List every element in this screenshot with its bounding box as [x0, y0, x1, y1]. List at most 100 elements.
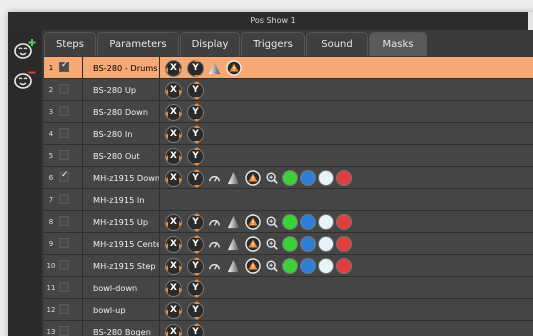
- table-row[interactable]: 6MH-z1915 DownXY: [44, 167, 533, 189]
- dimmer-icon[interactable]: [206, 170, 223, 187]
- tilt-y-icon[interactable]: Y: [187, 58, 204, 78]
- tilt-y-icon[interactable]: Y: [187, 146, 204, 166]
- table-row[interactable]: 3 BS-280 Down X Y: [44, 101, 533, 123]
- table-row[interactable]: 13 BS-280 Bogen X Y: [44, 321, 533, 336]
- tab-steps[interactable]: Steps: [44, 32, 96, 56]
- pan-x-icon[interactable]: X: [165, 235, 182, 253]
- position-name[interactable]: BS-280 In: [82, 123, 160, 145]
- table-row[interactable]: 7 MH-z1915 In: [44, 189, 533, 211]
- beam-cone-icon[interactable]: [225, 214, 242, 231]
- tilt-y-icon[interactable]: Y: [187, 300, 204, 320]
- tilt-y-icon[interactable]: Y: [187, 102, 204, 122]
- tab-masks[interactable]: Masks: [369, 32, 427, 56]
- beam-cone-icon[interactable]: [225, 170, 242, 187]
- pan-x-icon[interactable]: X: [165, 103, 182, 121]
- pan-x-icon[interactable]: X: [165, 301, 182, 319]
- position-name[interactable]: MH-z1915 In: [82, 189, 160, 211]
- color-blue-swatch[interactable]: [300, 170, 316, 186]
- pan-x-icon[interactable]: X: [165, 323, 182, 336]
- warning-icon[interactable]: [244, 214, 261, 231]
- pan-x-icon[interactable]: X: [165, 147, 182, 165]
- position-name[interactable]: MH-z1915 Up: [82, 211, 160, 233]
- tilt-y-icon[interactable]: Y: [187, 234, 204, 254]
- pan-x-icon[interactable]: X: [165, 125, 182, 143]
- color-white-swatch[interactable]: [318, 236, 334, 252]
- position-name[interactable]: MH-z1915 Step: [82, 255, 160, 277]
- dimmer-icon[interactable]: [206, 258, 223, 275]
- row-checkbox[interactable]: [59, 106, 69, 116]
- row-checkbox[interactable]: [59, 170, 69, 182]
- beam-cone-icon[interactable]: [225, 258, 242, 275]
- tilt-y-icon[interactable]: Y: [187, 278, 204, 298]
- row-checkbox[interactable]: [59, 260, 69, 270]
- table-row[interactable]: 10 MH-z1915 Step X Y: [44, 255, 533, 277]
- table-row[interactable]: 12 bowl-up X Y: [44, 299, 533, 321]
- color-white-swatch[interactable]: [318, 170, 334, 186]
- color-red-swatch[interactable]: [336, 170, 352, 186]
- row-checkbox[interactable]: [59, 150, 69, 160]
- table-row[interactable]: 9 MH-z1915 Center X Y: [44, 233, 533, 255]
- warning-icon[interactable]: [244, 258, 261, 275]
- position-name[interactable]: BS-280 Bogen: [82, 321, 160, 336]
- tab-triggers[interactable]: Triggers: [241, 32, 305, 56]
- table-row[interactable]: 11 bowl-down X Y: [44, 277, 533, 299]
- tilt-y-icon[interactable]: Y: [187, 256, 204, 276]
- zoom-icon[interactable]: [263, 170, 280, 187]
- color-green-swatch[interactable]: [282, 258, 298, 274]
- zoom-icon[interactable]: [263, 214, 280, 231]
- table-row[interactable]: 8 MH-z1915 Up X Y: [44, 211, 533, 233]
- zoom-icon[interactable]: [263, 258, 280, 275]
- position-name[interactable]: BS-280 Up: [82, 79, 160, 101]
- position-name[interactable]: bowl-up: [82, 299, 160, 321]
- color-blue-swatch[interactable]: [300, 214, 316, 230]
- color-white-swatch[interactable]: [318, 258, 334, 274]
- row-checkbox[interactable]: [59, 326, 69, 336]
- color-green-swatch[interactable]: [282, 170, 298, 186]
- pan-x-icon[interactable]: X: [165, 279, 182, 297]
- dimmer-icon[interactable]: [206, 236, 223, 253]
- tilt-y-icon[interactable]: Y: [187, 168, 204, 188]
- tilt-y-icon[interactable]: Y: [187, 322, 204, 336]
- position-name[interactable]: BS-280 - Drums: [82, 57, 160, 79]
- beam-cone-icon[interactable]: [225, 236, 242, 253]
- row-checkbox[interactable]: [59, 304, 69, 314]
- pan-x-icon[interactable]: X: [165, 169, 182, 187]
- add-show-button[interactable]: [12, 36, 38, 62]
- tab-sound[interactable]: Sound: [306, 32, 368, 56]
- color-red-swatch[interactable]: [336, 258, 352, 274]
- color-green-swatch[interactable]: [282, 236, 298, 252]
- row-checkbox[interactable]: [59, 194, 69, 204]
- dimmer-icon[interactable]: [206, 214, 223, 231]
- row-checkbox[interactable]: [59, 60, 69, 72]
- pan-x-icon[interactable]: X: [165, 81, 182, 99]
- zoom-icon[interactable]: [263, 236, 280, 253]
- color-red-swatch[interactable]: [336, 214, 352, 230]
- tilt-y-icon[interactable]: Y: [187, 80, 204, 100]
- warning-icon[interactable]: [244, 170, 261, 187]
- tab-parameters[interactable]: Parameters: [97, 32, 179, 56]
- remove-show-button[interactable]: [12, 66, 38, 92]
- position-name[interactable]: BS-280 Out: [82, 145, 160, 167]
- beam-cone-icon[interactable]: [206, 60, 223, 77]
- table-row[interactable]: 5 BS-280 Out X Y: [44, 145, 533, 167]
- position-name[interactable]: MH-z1915 Down: [82, 167, 160, 189]
- pan-x-icon[interactable]: X: [165, 257, 182, 275]
- row-checkbox[interactable]: [59, 216, 69, 226]
- position-name[interactable]: bowl-down: [82, 277, 160, 299]
- tab-display[interactable]: Display: [180, 32, 240, 56]
- row-checkbox[interactable]: [59, 128, 69, 138]
- table-row[interactable]: 4 BS-280 In X Y: [44, 123, 533, 145]
- color-green-swatch[interactable]: [282, 214, 298, 230]
- row-checkbox[interactable]: [59, 282, 69, 292]
- row-checkbox[interactable]: [59, 238, 69, 248]
- color-white-swatch[interactable]: [318, 214, 334, 230]
- pan-x-icon[interactable]: X: [165, 59, 182, 77]
- pan-x-icon[interactable]: X: [165, 213, 182, 231]
- position-name[interactable]: BS-280 Down: [82, 101, 160, 123]
- position-name[interactable]: MH-z1915 Center: [82, 233, 160, 255]
- table-row[interactable]: 2 BS-280 Up X Y: [44, 79, 533, 101]
- color-red-swatch[interactable]: [336, 236, 352, 252]
- warning-icon[interactable]: [225, 60, 242, 77]
- table-row[interactable]: 1BS-280 - DrumsXY: [44, 57, 533, 79]
- warning-icon[interactable]: [244, 236, 261, 253]
